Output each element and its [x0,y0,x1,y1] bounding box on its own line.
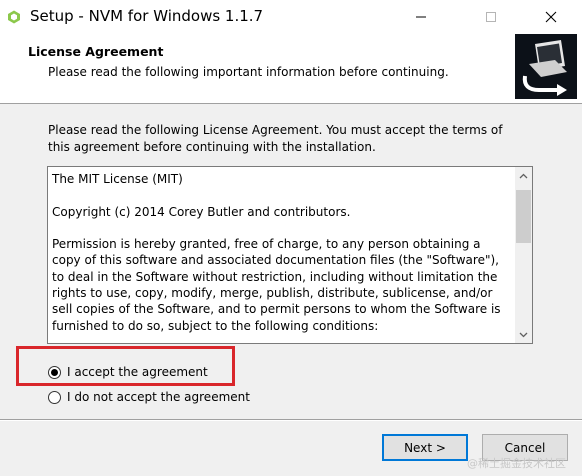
scroll-thumb[interactable] [516,190,531,243]
nodejs-app-icon [8,10,20,24]
installer-logo [515,34,577,99]
decline-radio[interactable] [48,390,61,404]
computer-install-icon [522,40,567,96]
title-bar: Setup - NVM for Windows 1.1.7 [0,0,582,33]
scroll-down-button[interactable] [515,326,532,343]
maximize-icon [486,11,496,22]
wizard-header: License Agreement Please read the follow… [0,33,582,104]
close-button[interactable] [528,0,574,33]
license-paragraph: The MIT License (MIT) [52,172,183,186]
decline-option[interactable]: I do not accept the agreement [48,388,250,406]
chevron-down-icon [519,332,528,337]
accept-radio[interactable] [48,365,61,379]
footer-divider [0,419,582,421]
license-text-box[interactable]: The MIT License (MIT) Copyright (c) 2014… [47,166,533,344]
scroll-up-button[interactable] [515,167,532,184]
minimize-icon [416,16,426,17]
page-title: License Agreement [28,44,164,59]
vertical-scrollbar[interactable] [515,167,532,343]
accept-option[interactable]: I accept the agreement [48,363,208,381]
license-paragraph: Copyright (c) 2014 Corey Butler and cont… [52,204,351,219]
window-title: Setup - NVM for Windows 1.1.7 [30,7,264,25]
page-subtitle: Please read the following important info… [48,65,449,79]
next-button[interactable]: Next > [382,434,468,461]
watermark: @稀土掘金技术社区 [467,457,566,470]
minimize-button[interactable] [398,0,444,33]
license-paragraph: Permission is hereby granted, free of ch… [52,237,501,333]
chevron-up-icon [519,173,528,178]
license-content: The MIT License (MIT) Copyright (c) 2014… [52,171,510,343]
close-icon [545,11,557,22]
maximize-button[interactable] [468,0,514,33]
decline-label: I do not accept the agreement [67,390,250,404]
license-instructions: Please read the following License Agreem… [48,123,503,154]
accept-label: I accept the agreement [67,365,208,379]
